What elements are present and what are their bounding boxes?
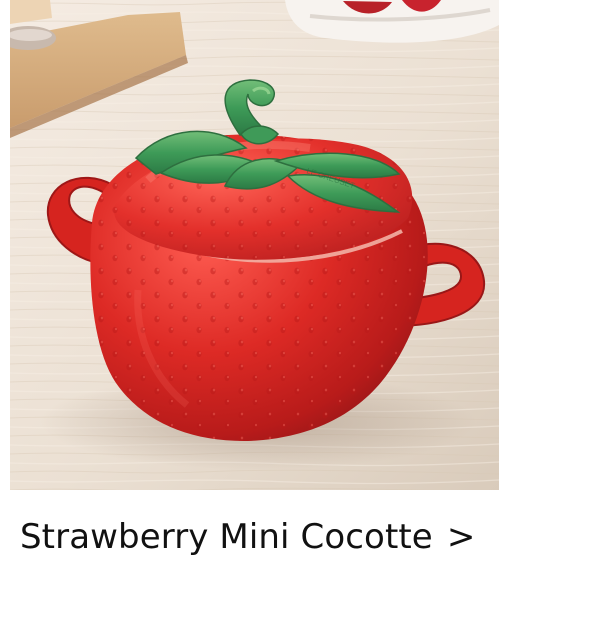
product-title: Strawberry Mini Cocotte bbox=[20, 517, 433, 557]
product-title-link[interactable]: Strawberry Mini Cocotte > bbox=[20, 512, 475, 562]
page: LE CREUSET Strawberry Mini Cocotte > bbox=[0, 0, 600, 628]
chevron-right-icon: > bbox=[446, 517, 476, 557]
strawberry-cocotte-photo: LE CREUSET bbox=[10, 0, 499, 490]
product-card-link[interactable]: LE CREUSET Strawberry Mini Cocotte > bbox=[0, 0, 600, 628]
product-image[interactable]: LE CREUSET bbox=[10, 0, 499, 490]
